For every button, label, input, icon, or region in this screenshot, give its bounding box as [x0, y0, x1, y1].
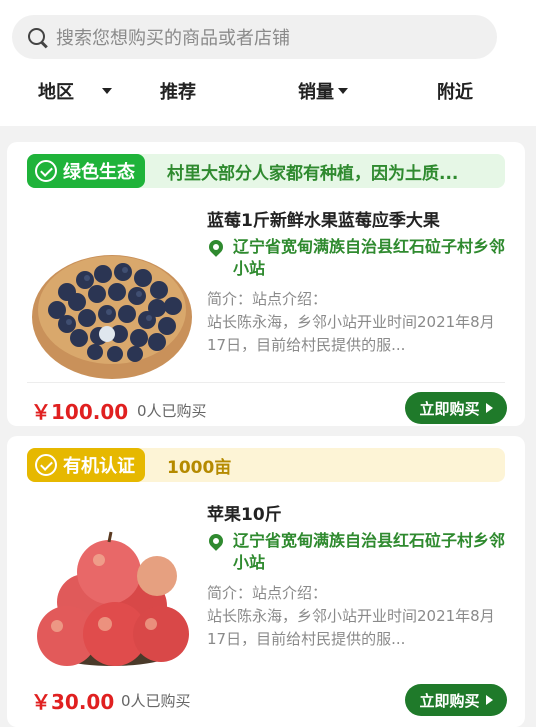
search-icon — [26, 26, 48, 48]
product-card[interactable]: 有机认证 1000亩 苹果10斤 辽宁省宽甸满族自治县红石砬子村乡邻小站 简介：… — [7, 436, 525, 727]
badge-label: 绿色生态 — [63, 162, 135, 183]
location-text: 辽宁省宽甸满族自治县红石砬子村乡邻小站 — [233, 237, 506, 278]
search-bar[interactable]: 搜索您想购买的商品或者店铺 — [12, 15, 497, 59]
location-pin-icon — [206, 531, 226, 551]
filter-sales[interactable]: 销量 — [298, 72, 348, 110]
tag-description: 村里大部分人家都有种植，因为土质... — [167, 163, 459, 184]
product-price: ￥30.00 — [31, 690, 115, 714]
product-intro: 简介：站点介绍： 站长陈永海，乡邻小站开业时间2021年8月17日，目前给村民提… — [207, 582, 507, 651]
arrow-right-icon — [485, 403, 493, 413]
filter-sales-label: 销量 — [298, 82, 334, 103]
tag-description: 1000亩 — [167, 457, 232, 478]
chevron-down-icon — [338, 88, 348, 94]
product-price: ￥100.00 — [31, 400, 129, 424]
search-input[interactable]: 搜索您想购买的商品或者店铺 — [56, 24, 290, 50]
tag-row: 有机认证 1000亩 — [27, 448, 505, 482]
filter-bar: 地区 推荐 销量 附近 — [0, 72, 536, 110]
buy-now-label: 立即购买 — [419, 691, 480, 710]
arrow-right-icon — [485, 695, 493, 705]
intro-text: 站长陈永海，乡邻小站开业时间2021年8月17日，目前给村民提供的服... — [207, 313, 495, 354]
buy-now-label: 立即购买 — [419, 399, 480, 418]
filter-recommend[interactable]: 推荐 — [160, 72, 196, 110]
badge-label: 有机认证 — [63, 456, 135, 477]
green-eco-badge: 绿色生态 — [27, 154, 145, 188]
product-location: 辽宁省宽甸满族自治县红石砬子村乡邻小站 — [206, 236, 507, 280]
intro-label: 简介：站点介绍： — [207, 584, 328, 602]
intro-text: 站长陈永海，乡邻小站开业时间2021年8月17日，目前给村民提供的服... — [207, 607, 495, 648]
chevron-down-icon — [102, 88, 112, 94]
product-location: 辽宁省宽甸满族自治县红石砬子村乡邻小站 — [206, 530, 507, 574]
leaf-icon — [35, 160, 57, 182]
product-intro: 简介：站点介绍： 站长陈永海，乡邻小站开业时间2021年8月17日，目前给村民提… — [207, 288, 507, 357]
product-title[interactable]: 蓝莓1斤新鲜水果蓝莓应季大果 — [207, 206, 440, 231]
filter-nearby[interactable]: 附近 — [437, 72, 473, 110]
product-title[interactable]: 苹果10斤 — [207, 500, 282, 525]
product-image[interactable] — [27, 506, 197, 676]
buy-now-button[interactable]: 立即购买 — [405, 392, 507, 424]
filter-recommend-label: 推荐 — [160, 82, 196, 103]
filter-nearby-label: 附近 — [437, 82, 473, 103]
sold-count: 0人已购买 — [137, 402, 207, 420]
verified-badge-icon — [35, 454, 57, 476]
product-image[interactable] — [27, 222, 197, 392]
top-bar: 搜索您想购买的商品或者店铺 地区 推荐 销量 附近 — [0, 0, 536, 126]
buy-now-button[interactable]: 立即购买 — [405, 684, 507, 716]
filter-region-label: 地区 — [38, 82, 74, 103]
product-card[interactable]: 绿色生态 村里大部分人家都有种植，因为土质... 蓝莓1斤新鲜水果蓝莓应季大果 … — [7, 142, 525, 426]
sold-count: 0人已购买 — [121, 692, 191, 710]
location-pin-icon — [206, 237, 226, 257]
location-text: 辽宁省宽甸满族自治县红石砬子村乡邻小站 — [233, 531, 506, 572]
organic-badge: 有机认证 — [27, 448, 145, 482]
intro-label: 简介：站点介绍： — [207, 290, 328, 308]
divider — [27, 382, 505, 383]
filter-region[interactable]: 地区 — [38, 72, 112, 110]
tag-row: 绿色生态 村里大部分人家都有种植，因为土质... — [27, 154, 505, 188]
